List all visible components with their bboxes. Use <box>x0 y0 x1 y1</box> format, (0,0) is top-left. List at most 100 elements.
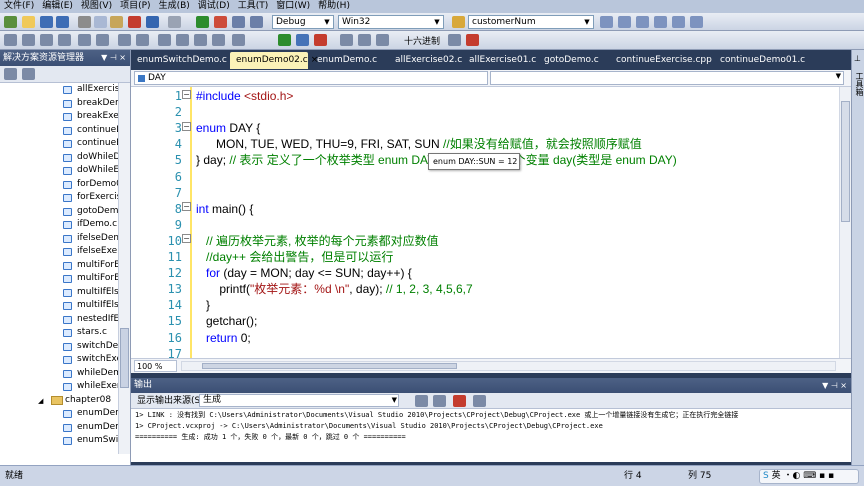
code-line[interactable]: int main() { <box>196 201 253 217</box>
menu-item[interactable]: 视图(V) <box>77 0 116 13</box>
tree-file[interactable]: forExercis <box>0 191 118 205</box>
config-select[interactable]: Debug ▼ <box>272 15 334 29</box>
start-page-icon[interactable] <box>672 16 685 28</box>
tree-file[interactable]: ifelseDem <box>0 232 118 246</box>
next-bookmark-icon[interactable] <box>194 34 207 46</box>
tab[interactable]: enumDemo.c <box>311 52 387 69</box>
redo-icon[interactable] <box>168 16 181 28</box>
platform-select[interactable]: Win32 ▼ <box>338 15 444 29</box>
solution-scrollbar[interactable] <box>118 83 130 454</box>
tree-file[interactable]: forDemo0 <box>0 178 118 192</box>
member-select[interactable]: ▼ <box>490 71 844 85</box>
code-line[interactable]: // 遍历枚举元素, 枚举的每个元素都对应数值 <box>196 233 439 249</box>
tree-file[interactable]: whileExerc <box>0 380 118 394</box>
fold-toggle-icon[interactable]: − <box>182 202 191 211</box>
properties-icon[interactable] <box>618 16 631 28</box>
tree-file[interactable]: ifelseExer <box>0 245 118 259</box>
panel-pin-close-icons[interactable]: ▼ ⊣ × <box>822 378 847 393</box>
tree-file[interactable]: nestedIfEl <box>0 313 118 327</box>
tree-file[interactable]: switchExer <box>0 353 118 367</box>
extension-manager-icon[interactable] <box>690 16 703 28</box>
tab[interactable]: allExercise01.c <box>463 52 536 69</box>
save-all-icon[interactable] <box>56 16 69 28</box>
tree-file[interactable]: enumDem <box>0 407 118 421</box>
stop-icon[interactable] <box>214 16 227 28</box>
tree-file[interactable]: breakExer <box>0 110 118 124</box>
tree-file[interactable]: allExercise <box>0 83 118 97</box>
tree-file[interactable]: multiIfElse <box>0 286 118 300</box>
step-icon[interactable] <box>232 16 245 28</box>
tab-active[interactable]: enumDemo02.c × <box>230 52 318 69</box>
save-icon[interactable] <box>40 16 53 28</box>
code-line[interactable]: enum DAY { <box>196 120 260 136</box>
code-line[interactable]: printf("枚举元素：%d \n", day); // 1, 2, 3, 4… <box>196 281 472 297</box>
scrollbar-thumb[interactable] <box>120 328 129 388</box>
toolbar-options-icon[interactable] <box>466 34 479 46</box>
stop-debugging-icon[interactable] <box>314 34 327 46</box>
tab[interactable]: gotoDemo.c <box>538 52 608 69</box>
editor-vertical-scrollbar[interactable] <box>839 87 851 358</box>
complete-word-icon[interactable] <box>58 34 71 46</box>
tree-file[interactable]: doWhileD <box>0 151 118 165</box>
expand-arrow-icon[interactable]: ◢ <box>38 395 43 408</box>
cut-icon[interactable] <box>78 16 91 28</box>
menu-item[interactable]: 窗口(W) <box>272 0 314 13</box>
editor-horizontal-scrollbar[interactable] <box>181 361 836 371</box>
tree-file[interactable]: multiForEx <box>0 272 118 286</box>
ime-toolbar[interactable]: S 英 ・◐ ⌨ ▪ ▪ <box>759 469 859 484</box>
code-line[interactable]: MON, TUE, WED, THU=9, FRI, SAT, SUN //如果… <box>196 136 642 152</box>
step-out-icon[interactable] <box>376 34 389 46</box>
tab[interactable]: continueDemo01.c <box>714 52 822 69</box>
menu-item[interactable]: 调试(D) <box>194 0 234 13</box>
toolbox-strip[interactable]: ⊥ 工具箱 <box>851 50 864 465</box>
new-project-icon[interactable] <box>4 16 17 28</box>
tree-file[interactable]: stars.c <box>0 326 118 340</box>
tab[interactable]: continueExercise.cpp <box>610 52 712 69</box>
tree-file[interactable]: whileDemo <box>0 367 118 381</box>
menu-item[interactable]: 帮助(H) <box>314 0 354 13</box>
comment-icon[interactable] <box>118 34 131 46</box>
go-to-next-message-icon[interactable] <box>433 395 446 407</box>
tree-folder[interactable]: ◢ chapter08 <box>0 394 118 408</box>
menu-item[interactable]: 文件(F) <box>0 0 38 13</box>
panel-pin-close-icons[interactable]: ▼ ⊣ × <box>101 50 126 66</box>
prev-bookmark-icon[interactable] <box>176 34 189 46</box>
scrollbar-thumb[interactable] <box>841 101 850 222</box>
parameter-info-icon[interactable] <box>22 34 35 46</box>
solution-explorer-icon[interactable] <box>600 16 613 28</box>
tree-file[interactable]: doWhileEx <box>0 164 118 178</box>
menu-item[interactable]: 生成(B) <box>155 0 194 13</box>
paste-icon[interactable] <box>110 16 123 28</box>
indent-icon[interactable] <box>96 34 109 46</box>
scrollbar-thumb[interactable] <box>202 363 457 369</box>
pin-icon[interactable]: ⊥ <box>854 54 861 63</box>
scope-select[interactable]: DAY <box>134 71 488 85</box>
tree-file[interactable]: gotoDemo <box>0 205 118 219</box>
code-editor[interactable]: 1 2 3 4 5 6 7 8 9 10 11 12 13 14 15 16 17 #include <stdi… <box>131 87 839 358</box>
start-debug-icon[interactable] <box>196 16 209 28</box>
show-list-members-icon[interactable] <box>4 34 17 46</box>
output-source-select[interactable]: 生成 ▼ <box>199 394 399 407</box>
quick-info-icon[interactable] <box>40 34 53 46</box>
tab[interactable]: enumSwitchDemo.c <box>131 52 227 69</box>
tree-file[interactable]: ifDemo.c <box>0 218 118 232</box>
copy-icon[interactable] <box>94 16 107 28</box>
tree-file[interactable]: breakDem <box>0 97 118 111</box>
continue-icon[interactable] <box>278 34 291 46</box>
properties-icon[interactable] <box>4 68 17 80</box>
tab[interactable]: allExercise02.c <box>389 52 462 69</box>
tree-file[interactable]: enumSwitc <box>0 434 118 448</box>
tree-file[interactable]: continueEx <box>0 137 118 151</box>
show-all-files-icon[interactable] <box>22 68 35 80</box>
code-line[interactable]: return 0; <box>196 330 251 346</box>
code-line[interactable]: } <box>196 297 210 313</box>
find-in-files-icon[interactable] <box>452 16 465 28</box>
code-line[interactable]: getchar(); <box>196 313 257 329</box>
fold-toggle-icon[interactable]: − <box>182 122 191 131</box>
menu-item[interactable]: 项目(P) <box>116 0 154 13</box>
word-wrap-icon[interactable] <box>473 395 486 407</box>
go-to-prev-message-icon[interactable] <box>415 395 428 407</box>
break-all-icon[interactable] <box>296 34 309 46</box>
clear-all-icon[interactable] <box>453 395 466 407</box>
ime-tools-icon[interactable]: ・◐ ⌨ ▪ ▪ <box>783 471 834 481</box>
